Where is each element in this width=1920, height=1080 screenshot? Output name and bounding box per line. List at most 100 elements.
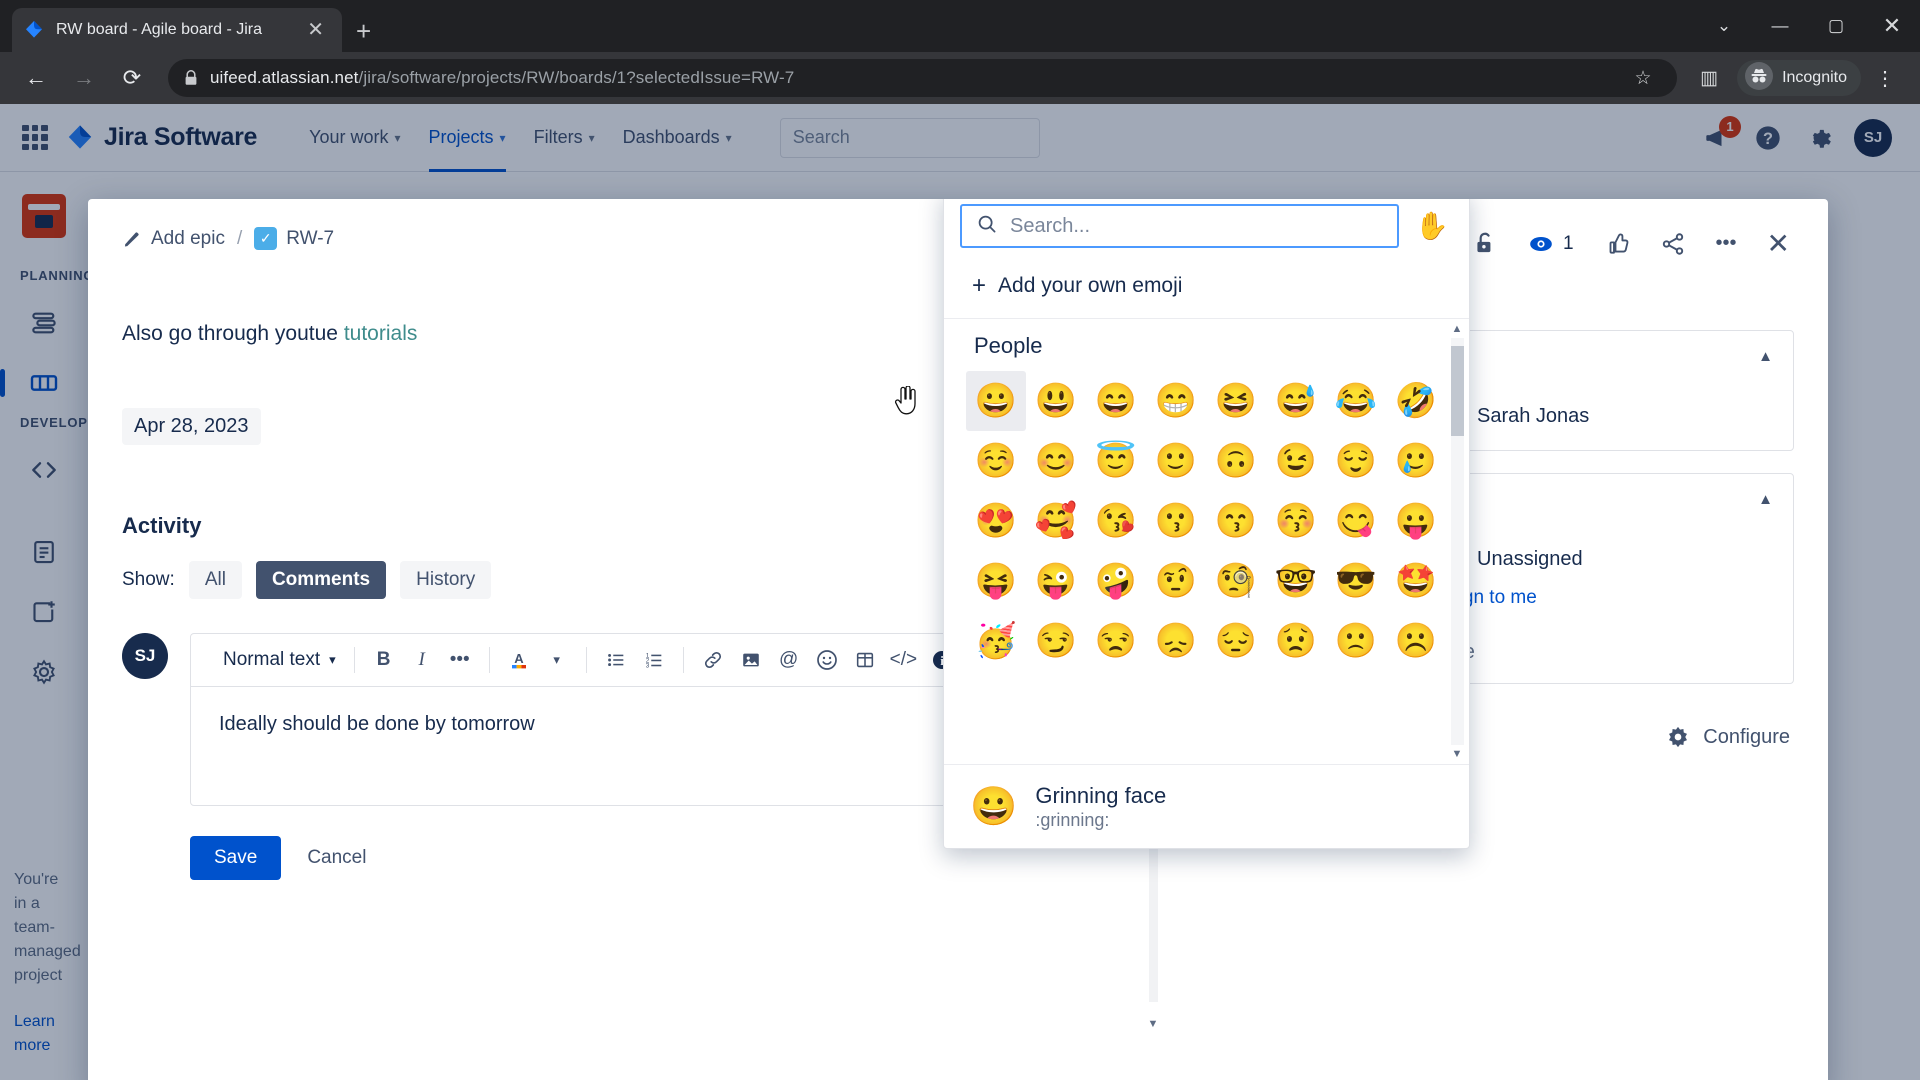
browser-tab[interactable]: RW board - Agile board - Jira ✕ xyxy=(12,8,342,52)
bullet-list-button[interactable] xyxy=(599,643,633,677)
browser-menu-icon[interactable]: ⋮ xyxy=(1865,66,1906,91)
bookmark-icon[interactable]: ☆ xyxy=(1625,60,1661,96)
emoji-cell[interactable]: 🤓 xyxy=(1266,551,1326,611)
emoji-cell[interactable]: 😁 xyxy=(1146,371,1206,431)
lock-issue-icon[interactable] xyxy=(1472,231,1498,257)
add-own-emoji-button[interactable]: + Add your own emoji xyxy=(944,258,1469,319)
activity-tab-history[interactable]: History xyxy=(400,561,492,599)
bold-button[interactable]: B xyxy=(367,643,401,677)
window-close-button[interactable]: ✕ xyxy=(1864,4,1920,48)
due-date-pill[interactable]: Apr 28, 2023 xyxy=(122,408,261,445)
chevron-up-icon[interactable]: ▲ xyxy=(1758,491,1773,508)
like-issue-icon[interactable] xyxy=(1604,231,1630,257)
more-actions-icon[interactable]: ••• xyxy=(1716,232,1737,255)
emoji-cell[interactable]: 🤩 xyxy=(1386,551,1446,611)
emoji-section-title: People xyxy=(974,333,1043,358)
scrollbar-track[interactable] xyxy=(1450,338,1464,745)
emoji-cell[interactable]: 🧐 xyxy=(1206,551,1266,611)
emoji-cell[interactable]: 🥲 xyxy=(1386,431,1446,491)
text-style-dropdown[interactable]: Normal text ▾ xyxy=(217,649,342,671)
emoji-cell[interactable]: 😂 xyxy=(1326,371,1386,431)
numbered-list-button[interactable]: 123 xyxy=(637,643,671,677)
cancel-button[interactable]: Cancel xyxy=(307,847,366,869)
emoji-cell[interactable]: 😀 xyxy=(966,371,1026,431)
emoji-search-input[interactable] xyxy=(1010,214,1384,238)
emoji-cell[interactable]: 😞 xyxy=(1146,611,1206,671)
window-maximize-button[interactable]: ▢ xyxy=(1808,4,1864,48)
breadcrumb-add-epic[interactable]: Add epic xyxy=(122,228,225,250)
task-type-icon: ✓ xyxy=(254,227,278,250)
emoji-cell[interactable]: 😟 xyxy=(1266,611,1326,671)
more-formatting-button[interactable]: ••• xyxy=(443,643,477,677)
emoji-cell[interactable]: 😃 xyxy=(1026,371,1086,431)
activity-tab-all[interactable]: All xyxy=(188,561,242,599)
scroll-down-icon[interactable]: ▼ xyxy=(1148,1018,1159,1030)
new-tab-button[interactable]: + xyxy=(356,18,371,44)
emoji-cell[interactable]: 😉 xyxy=(1266,431,1326,491)
emoji-picker-top: ✋ xyxy=(944,199,1469,258)
forward-button[interactable]: → xyxy=(62,56,106,100)
close-tab-icon[interactable]: ✕ xyxy=(301,17,330,43)
emoji-cell[interactable]: 🥰 xyxy=(1026,491,1086,551)
code-button[interactable]: </> xyxy=(886,643,921,677)
save-button[interactable]: Save xyxy=(190,836,282,880)
emoji-cell[interactable]: 🤨 xyxy=(1146,551,1206,611)
emoji-cell[interactable]: 😆 xyxy=(1206,371,1266,431)
emoji-cell[interactable]: 😌 xyxy=(1326,431,1386,491)
activity-tab-comments[interactable]: Comments xyxy=(255,561,387,599)
breadcrumb-issue-key[interactable]: ✓ RW-7 xyxy=(254,227,334,250)
scroll-down-icon[interactable]: ▼ xyxy=(1452,748,1463,760)
reload-button[interactable]: ⟳ xyxy=(110,56,154,100)
emoji-category-tab-people[interactable]: ✋ xyxy=(1411,212,1453,240)
image-button[interactable] xyxy=(734,643,768,677)
emoji-cell[interactable]: 🙃 xyxy=(1206,431,1266,491)
emoji-cell[interactable]: 😎 xyxy=(1326,551,1386,611)
window-minimize-button[interactable]: — xyxy=(1752,4,1808,48)
emoji-cell[interactable]: 🙂 xyxy=(1146,431,1206,491)
window-collapse-button[interactable]: ⌄ xyxy=(1696,4,1752,48)
share-issue-icon[interactable] xyxy=(1660,231,1686,257)
emoji-cell[interactable]: 😄 xyxy=(1086,371,1146,431)
chevron-down-icon[interactable]: ▾ xyxy=(540,643,574,677)
emoji-cell[interactable]: 😊 xyxy=(1026,431,1086,491)
incognito-indicator[interactable]: Incognito xyxy=(1737,60,1861,96)
emoji-cell[interactable]: 😙 xyxy=(1206,491,1266,551)
emoji-cell[interactable]: 😛 xyxy=(1386,491,1446,551)
emoji-button[interactable] xyxy=(810,643,844,677)
emoji-cell[interactable]: 😘 xyxy=(1086,491,1146,551)
back-button[interactable]: ← xyxy=(14,56,58,100)
emoji-cell[interactable]: 😒 xyxy=(1086,611,1146,671)
emoji-search-box[interactable] xyxy=(960,204,1400,248)
emoji-cell[interactable]: ☺️ xyxy=(966,431,1026,491)
text-color-button[interactable]: A xyxy=(502,643,536,677)
watch-issue-button[interactable]: 1 xyxy=(1528,231,1574,257)
emoji-cell[interactable]: 😚 xyxy=(1266,491,1326,551)
address-bar[interactable]: uifeed.atlassian.net/jira/software/proje… xyxy=(168,59,1678,97)
emoji-cell[interactable]: 😗 xyxy=(1146,491,1206,551)
emoji-cell[interactable]: 😇 xyxy=(1086,431,1146,491)
emoji-cell[interactable]: ☹️ xyxy=(1386,611,1446,671)
table-button[interactable] xyxy=(848,643,882,677)
configure-button[interactable]: Configure xyxy=(1665,724,1790,750)
link-button[interactable] xyxy=(696,643,730,677)
emoji-cell[interactable]: 🥳 xyxy=(966,611,1026,671)
close-modal-icon[interactable]: ✕ xyxy=(1767,227,1790,260)
emoji-cell[interactable]: 😔 xyxy=(1206,611,1266,671)
side-panel-icon[interactable]: ▥ xyxy=(1691,60,1727,96)
chevron-up-icon[interactable]: ▲ xyxy=(1758,348,1773,365)
emoji-cell[interactable]: 🤣 xyxy=(1386,371,1446,431)
emoji-cell[interactable]: 😅 xyxy=(1266,371,1326,431)
scroll-up-icon[interactable]: ▲ xyxy=(1452,323,1463,335)
emoji-cell[interactable]: 😋 xyxy=(1326,491,1386,551)
scrollbar-thumb[interactable] xyxy=(1450,346,1464,436)
emoji-cell[interactable]: 😏 xyxy=(1026,611,1086,671)
emoji-cell[interactable]: 😜 xyxy=(1026,551,1086,611)
description-link[interactable]: tutorials xyxy=(344,322,418,345)
emoji-cell[interactable]: 😝 xyxy=(966,551,1026,611)
emoji-cell[interactable]: 😍 xyxy=(966,491,1026,551)
emoji-cell[interactable]: 🤪 xyxy=(1086,551,1146,611)
emoji-cell[interactable]: 🙁 xyxy=(1326,611,1386,671)
emoji-scrollbar[interactable]: ▲ ▼ xyxy=(1449,323,1465,760)
italic-button[interactable]: I xyxy=(405,643,439,677)
mention-button[interactable]: @ xyxy=(772,643,806,677)
